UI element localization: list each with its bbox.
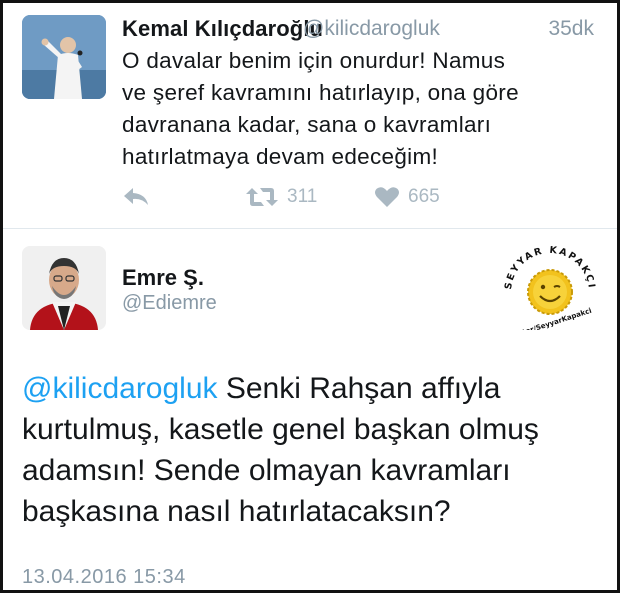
avatar-emre[interactable] — [22, 246, 106, 330]
tweet-text: @kilicdarogluk Senki Rahşan affıyla kurt… — [22, 368, 582, 532]
tweet-text-line: kurtulmuş, kasetle genel başkan olmuş — [22, 413, 539, 446]
tweet-1: Kemal Kılıçdaroğlu @kilicdarogluk 35dk O… — [0, 0, 620, 228]
retweet-icon — [246, 188, 278, 206]
avatar-kemal[interactable] — [22, 15, 106, 99]
tweet-text-line: O davalar benim için onurdur! Namus — [122, 48, 506, 73]
author-handle[interactable]: @kilicdarogluk — [303, 17, 440, 41]
author-handle[interactable]: @Ediemre — [122, 292, 217, 315]
bottle-cap-icon — [527, 269, 573, 315]
author-name[interactable]: Emre Ş. — [122, 265, 204, 291]
reply-button[interactable] — [122, 184, 150, 210]
tweet-text-line: ve şeref kavramını hatırlayıp, ona göre — [122, 80, 519, 105]
tweet-text-segment: Senki Rahşan affıyla — [217, 372, 501, 405]
reply-icon — [124, 188, 148, 205]
heart-icon — [375, 187, 399, 207]
tweet-text: O davalar benim için onurdur! Namus ve ş… — [122, 45, 602, 173]
tweet-divider — [0, 228, 620, 229]
author-name[interactable]: Kemal Kılıçdaroğlu — [122, 16, 323, 42]
like-button[interactable]: 665 — [374, 184, 440, 210]
retweet-button[interactable]: 311 — [245, 184, 317, 210]
tweet-text-line: hatırlatmaya devam edeceğim! — [122, 144, 439, 169]
seyyar-kapakci-watermark: SEYYAR KAPAKÇI Twitter/SeyyarKapakci — [503, 245, 595, 330]
mention-link[interactable]: @kilicdarogluk — [22, 372, 218, 405]
tweet-timestamp[interactable]: 13.04.2016 15:34 — [22, 566, 186, 589]
tweet-text-line: başkasına nasıl hatırlatacaksın? — [22, 495, 451, 528]
tweet-text-line: davranana kadar, sana o kavramları — [122, 112, 492, 137]
avatar-kemal-image — [22, 15, 106, 99]
like-count: 665 — [408, 186, 440, 207]
tweet-text-line: adamsın! Sende olmayan kavramları — [22, 454, 511, 487]
tweet-text-line: @kilicdarogluk Senki Rahşan affıyla — [22, 368, 582, 409]
avatar-emre-image — [22, 246, 106, 330]
tweet-time[interactable]: 35dk — [548, 17, 594, 41]
retweet-count: 311 — [287, 186, 318, 207]
